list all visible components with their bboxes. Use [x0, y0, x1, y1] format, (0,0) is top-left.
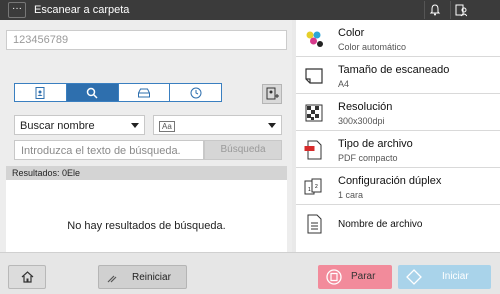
pdf-icon — [304, 140, 322, 160]
setting-label: Configuración dúplex — [338, 175, 442, 187]
address-field[interactable]: 123456789 — [6, 30, 287, 50]
reset-icon — [107, 275, 117, 283]
duplex-icon: 12 — [304, 178, 322, 195]
search-type-value: Buscar nombre — [20, 120, 95, 132]
stop-button[interactable]: Parar — [318, 265, 392, 289]
search-type-select[interactable]: Buscar nombre — [14, 115, 145, 135]
setting-value: 300x300dpi — [338, 116, 385, 126]
setting-value: Color automático — [338, 42, 407, 52]
paper-size-icon — [305, 68, 323, 84]
tab-search[interactable] — [66, 84, 119, 101]
no-results-message: No hay resultados de búsqueda. — [67, 220, 226, 232]
setting-value: PDF compacto — [338, 153, 398, 163]
notification-button[interactable] — [424, 1, 444, 19]
setting-label: Tamaño de escaneado — [338, 64, 450, 76]
bell-icon — [429, 4, 441, 16]
bottom-bar: Reiniciar Parar Iniciar — [0, 252, 500, 294]
add-destination-button[interactable] — [262, 84, 282, 104]
setting-color[interactable]: Color Color automático — [296, 20, 500, 57]
resolution-icon — [305, 104, 323, 122]
setting-file-name[interactable]: Nombre de archivo — [296, 205, 500, 242]
menu-icon: ··· — [12, 3, 22, 14]
chevron-down-icon — [268, 123, 276, 128]
start-icon — [406, 269, 422, 285]
user-status-icon — [455, 4, 467, 17]
home-button[interactable] — [8, 265, 46, 289]
stop-icon — [326, 269, 342, 285]
add-destination-icon — [266, 87, 279, 100]
tab-address-book[interactable] — [15, 84, 67, 101]
top-bar: ··· Escanear a carpeta — [0, 0, 500, 20]
page-title: Escanear a carpeta — [34, 4, 130, 16]
reset-label: Reiniciar — [132, 272, 171, 283]
setting-resolution[interactable]: Resolución 300x300dpi — [296, 94, 500, 131]
setting-label: Tipo de archivo — [338, 138, 413, 150]
reset-button[interactable]: Reiniciar — [98, 265, 187, 289]
destination-tabs — [14, 83, 222, 102]
setting-scan-size[interactable]: Tamaño de escaneado A4 — [296, 57, 500, 94]
start-label: Iniciar — [442, 271, 469, 282]
home-icon — [21, 271, 34, 283]
tab-history[interactable] — [170, 84, 221, 101]
setting-duplex[interactable]: 12 Configuración dúplex 1 cara — [296, 168, 500, 205]
text-case-icon: Aa — [159, 121, 175, 132]
setting-label: Nombre de archivo — [338, 219, 423, 230]
address-book-icon — [35, 86, 45, 99]
setting-value: 1 cara — [338, 190, 364, 200]
text-type-select[interactable]: Aa — [153, 115, 282, 135]
search-button[interactable]: Búsqueda — [204, 140, 282, 160]
history-icon — [190, 87, 202, 98]
search-icon — [86, 87, 98, 99]
stop-label: Parar — [351, 271, 376, 282]
setting-label: Resolución — [338, 101, 393, 113]
search-input[interactable]: Introduzca el texto de búsqueda. — [14, 140, 204, 160]
settings-panel: Color Color automático Tamaño de escanea… — [296, 20, 500, 252]
setting-label: Color — [338, 27, 365, 39]
user-status-button[interactable] — [450, 1, 470, 19]
destination-panel: 123456789 Buscar nombre Aa Introduzca el… — [0, 20, 292, 267]
color-icon — [306, 31, 323, 47]
svg-text:2: 2 — [315, 184, 318, 190]
setting-value: A4 — [338, 79, 350, 89]
menu-button[interactable]: ··· — [8, 2, 26, 18]
chevron-down-icon — [131, 123, 139, 128]
results-count: Resultados: 0Ele — [6, 166, 287, 180]
svg-text:1: 1 — [308, 187, 311, 193]
tab-tray[interactable] — [119, 84, 171, 101]
document-icon — [307, 214, 322, 234]
start-button[interactable]: Iniciar — [398, 265, 491, 289]
setting-file-type[interactable]: Tipo de archivo PDF compacto — [296, 131, 500, 168]
tray-icon — [137, 88, 150, 97]
